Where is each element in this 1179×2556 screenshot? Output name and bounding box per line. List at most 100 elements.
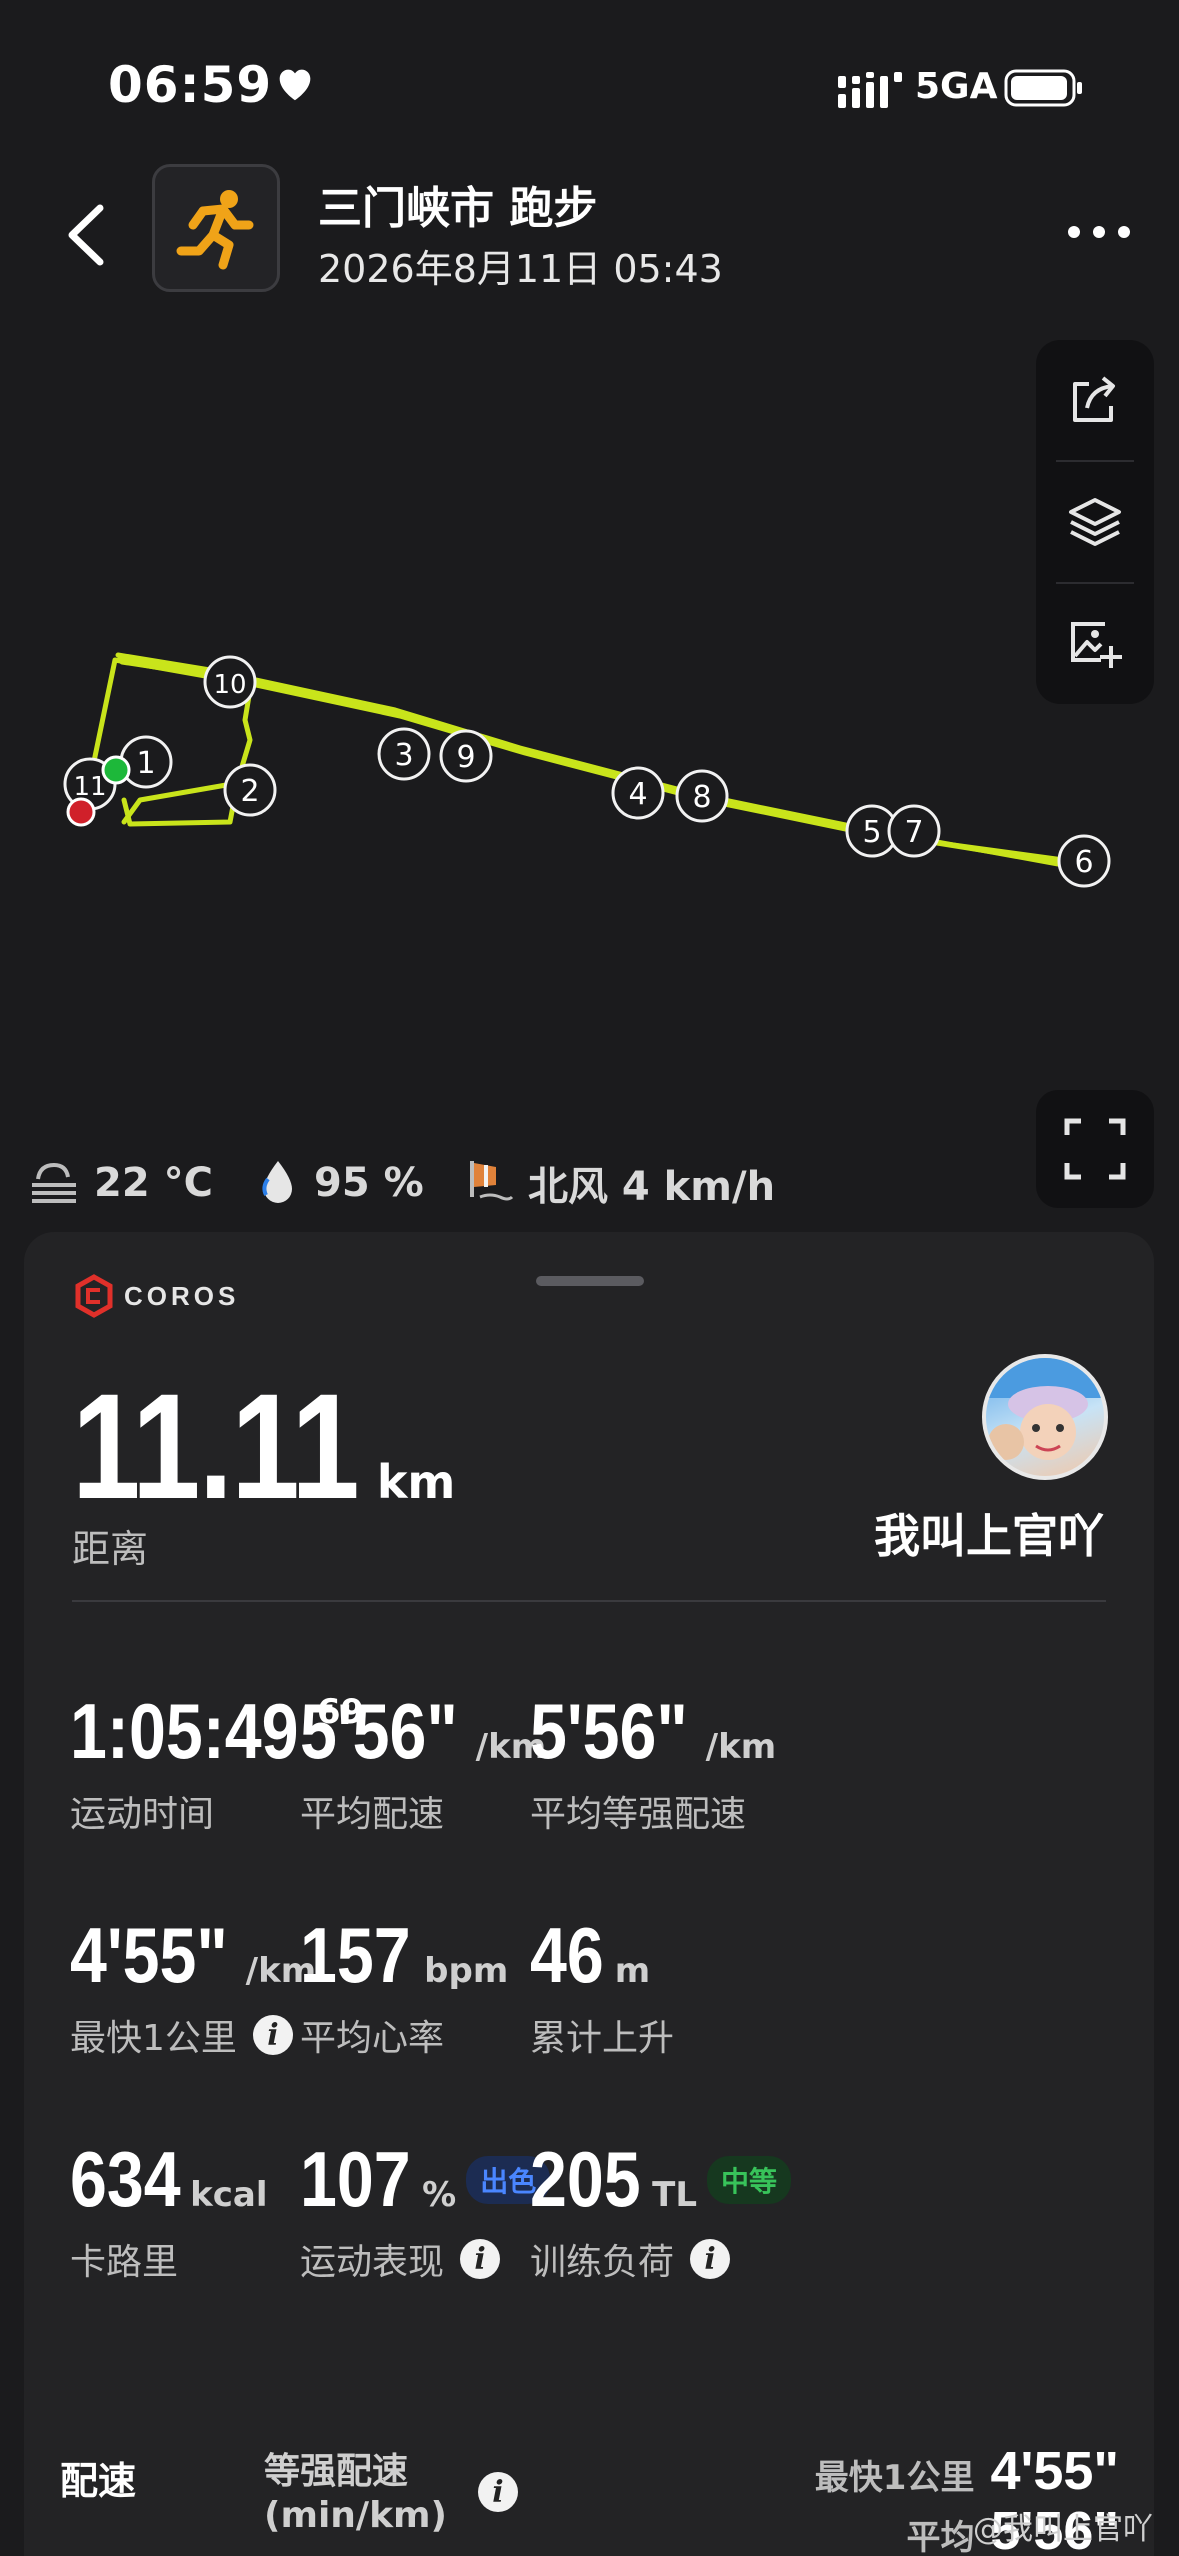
- fastest-km-info-icon[interactable]: i: [252, 2015, 293, 2055]
- weather-bar: 22 °C 95 % 北风 4 km/h: [0, 1148, 1000, 1218]
- share-icon: [1073, 376, 1115, 422]
- svg-text:8: 8: [692, 780, 711, 815]
- activity-header: 三门峡市 跑步 2026年8月11日 05:43: [0, 160, 1179, 300]
- km-marker-7: 7: [887, 804, 941, 858]
- status-bar: 06:59 5GA: [0, 0, 1179, 150]
- tab-gap-line2: (min/km): [264, 2495, 447, 2536]
- pace-info-icon[interactable]: i: [478, 2472, 518, 2512]
- battery-icon: [1004, 69, 1082, 107]
- km-marker-1: 1: [119, 735, 173, 789]
- elevation-value: 46: [530, 1911, 604, 1999]
- activity-date: 2026年8月11日 05:43: [318, 247, 723, 291]
- end-point-marker: [66, 797, 96, 827]
- start-point-marker: [101, 755, 131, 785]
- distance-value: 11.11: [72, 1362, 360, 1530]
- avg-pace-summary-label: 平均: [906, 2518, 975, 2556]
- back-arrow-icon[interactable]: [58, 200, 118, 270]
- brand-name: COROS: [124, 1280, 240, 1311]
- pace-section-header: 配速 等强配速 (min/km) i 最快1公里 4'55" 平均 5'56" …: [0, 2440, 1179, 2556]
- network-type: 5GA: [915, 66, 998, 107]
- map-layers-button[interactable]: [1036, 462, 1154, 582]
- route-track: 1 2 3 4 5 6 7 8 9 10 11: [63, 652, 1111, 888]
- training-load-info-icon[interactable]: i: [690, 2239, 731, 2279]
- svg-text:9: 9: [456, 740, 475, 775]
- distance-label: 距离: [72, 1527, 149, 1571]
- running-icon: [152, 164, 280, 292]
- svg-text:4: 4: [628, 777, 647, 812]
- activity-title: 三门峡市 跑步: [318, 183, 598, 234]
- sheet-drag-handle[interactable]: [536, 1276, 644, 1286]
- fastest-km-summary: 最快1公里 4'55": [815, 2440, 1119, 2502]
- elevation-unit: m: [614, 1951, 651, 1991]
- performance-label: 运动表现: [300, 2242, 445, 2283]
- activity-summary-sheet: COROS 11.11 km 距离 我叫上官吖 1:05:49 69 运动时间 …: [24, 1232, 1154, 2556]
- status-time: 06:59: [108, 56, 273, 114]
- fastest-km-summary-label: 最快1公里: [814, 2458, 975, 2498]
- stat-training-load: 205 TL 中等 训练负荷 i: [530, 2134, 950, 2284]
- tab-pace[interactable]: 配速: [60, 2450, 136, 2505]
- fastest-km-label: 最快1公里: [70, 2018, 237, 2059]
- svg-text:6: 6: [1074, 845, 1093, 880]
- heart-icon: [279, 69, 311, 101]
- avg-gap-label: 平均等强配速: [530, 1794, 747, 1835]
- svg-text:11: 11: [73, 772, 106, 802]
- avg-hr-unit: bpm: [424, 1951, 509, 1991]
- svg-text:7: 7: [904, 815, 923, 850]
- svg-text:3: 3: [394, 738, 413, 773]
- temperature-text: 22 °C: [94, 1160, 213, 1206]
- moving-time-value: 1:05:49: [70, 1687, 299, 1775]
- training-load-unit: TL: [652, 2175, 697, 2215]
- svg-text:2: 2: [240, 774, 259, 809]
- route-map[interactable]: 1 2 3 4 5 6 7 8 9 10 11: [0, 300, 1179, 1180]
- km-marker-2: 2: [223, 763, 277, 817]
- avg-hr-value: 157: [300, 1911, 411, 1999]
- avg-pace-value: 5'56": [300, 1687, 458, 1775]
- elevation-label: 累计上升: [530, 2018, 675, 2059]
- humidity-item: 95 %: [256, 1148, 424, 1218]
- add-photo-button[interactable]: [1036, 584, 1154, 704]
- fastest-km-value: 4'55": [70, 1911, 228, 1999]
- fastest-km-summary-value: 4'55": [990, 2441, 1119, 2501]
- distance-value-group: 11.11 km: [72, 1360, 455, 1533]
- tab-grade-adjusted-pace[interactable]: 等强配速 (min/km): [264, 2450, 447, 2538]
- svg-text:1: 1: [136, 746, 155, 781]
- summary-divider: [72, 1600, 1106, 1602]
- map-toolbar: [1036, 340, 1154, 704]
- training-load-label: 训练负荷: [530, 2242, 675, 2283]
- watermark: @我叫上官吖: [973, 2512, 1153, 2547]
- calories-value: 634: [70, 2135, 181, 2223]
- svg-text:5: 5: [862, 815, 881, 850]
- layers-icon: [1069, 498, 1121, 546]
- training-load-value: 205: [530, 2135, 641, 2223]
- share-button[interactable]: [1036, 340, 1154, 460]
- humidity-text: 95 %: [314, 1160, 424, 1206]
- stat-avg-gap: 5'56" /km 平均等强配速: [530, 1686, 890, 1836]
- humidity-drop-icon: [262, 1161, 292, 1203]
- distance-unit: km: [376, 1455, 456, 1509]
- windsock-icon: [470, 1161, 514, 1201]
- km-marker-9: 9: [439, 729, 493, 783]
- performance-value: 107: [300, 2135, 411, 2223]
- signal-icon: [838, 72, 902, 108]
- performance-unit: %: [422, 2175, 457, 2215]
- temperature-item: 22 °C: [28, 1148, 213, 1218]
- wind-item: 北风 4 km/h: [466, 1148, 775, 1218]
- wind-text: 北风 4 km/h: [528, 1164, 776, 1210]
- performance-info-icon[interactable]: i: [460, 2239, 501, 2279]
- more-options-icon[interactable]: [1064, 212, 1134, 252]
- calories-unit: kcal: [190, 2175, 268, 2215]
- avatar[interactable]: [982, 1354, 1108, 1480]
- username[interactable]: 我叫上官吖: [874, 1500, 1104, 1566]
- add-image-icon: [1071, 622, 1122, 668]
- coros-logo: COROS: [74, 1274, 239, 1318]
- avg-gap-value: 5'56": [530, 1687, 688, 1775]
- fog-cloud-icon: [32, 1162, 76, 1203]
- training-load-badge: 中等: [707, 2155, 792, 2204]
- coros-logo-icon: [75, 1274, 113, 1318]
- tab-gap-line1: 等强配速: [264, 2451, 409, 2492]
- km-marker-4: 4: [611, 766, 665, 820]
- avg-gap-unit: /km: [705, 1727, 777, 1767]
- fullscreen-button[interactable]: [1036, 1090, 1154, 1208]
- svg-text:10: 10: [213, 670, 246, 700]
- km-marker-6: 6: [1057, 834, 1111, 888]
